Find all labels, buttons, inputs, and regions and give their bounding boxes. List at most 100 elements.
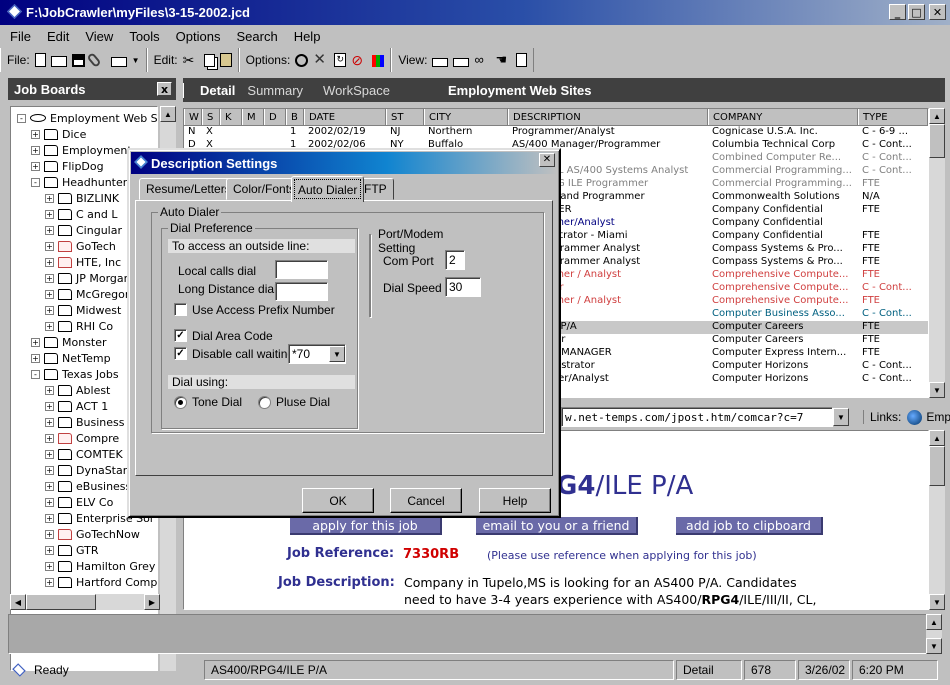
new-file-icon[interactable] <box>34 53 46 67</box>
column-header[interactable]: D <box>264 109 286 125</box>
column-header[interactable]: K <box>220 109 242 125</box>
menu-tools[interactable]: Tools <box>129 29 159 44</box>
clipboard-link[interactable]: add job to clipboard <box>676 517 823 535</box>
expand-icon[interactable]: + <box>31 337 40 347</box>
scroll-right-button[interactable]: ▶ <box>144 594 160 610</box>
expand-icon[interactable]: + <box>45 321 54 331</box>
tone-dial-radio[interactable] <box>174 396 187 409</box>
expand-icon[interactable]: + <box>45 385 54 395</box>
tree-item[interactable]: + Hamilton Grey <box>45 558 155 574</box>
tree-item[interactable]: + Dice <box>31 126 86 142</box>
menu-options[interactable]: Options <box>176 29 221 44</box>
column-header[interactable]: M <box>242 109 264 125</box>
scroll-up-button[interactable]: ▲ <box>929 430 945 446</box>
disable-call-waiting-checkbox[interactable]: ✓ <box>174 347 187 360</box>
tree-item[interactable]: + GoTechNow <box>45 526 140 542</box>
column-header[interactable]: B <box>286 109 304 125</box>
tree-item[interactable]: + JP Morgan <box>45 270 131 286</box>
tree-item[interactable]: - Headhunter <box>31 174 127 190</box>
scroll-up-button[interactable]: ▲ <box>160 106 176 122</box>
tree-item[interactable]: + DynaStar <box>45 462 127 478</box>
tree-item[interactable]: + C and L <box>45 206 118 222</box>
tree-item[interactable]: + FlipDog <box>31 158 104 174</box>
expand-icon[interactable]: + <box>31 353 40 363</box>
com-port-input[interactable]: 2 <box>445 250 465 270</box>
tab-auto-dialer[interactable]: Auto Dialer <box>291 176 365 202</box>
open-folder-icon[interactable] <box>50 56 67 67</box>
expand-icon[interactable]: + <box>45 305 54 315</box>
scroll-down-button[interactable]: ▼ <box>926 638 942 654</box>
expand-icon[interactable]: + <box>45 529 54 539</box>
table-row[interactable]: N X 1 2002/02/19 NJ Northern Programmer/Analys… <box>184 126 928 139</box>
scroll-down-button[interactable]: ▼ <box>929 594 945 610</box>
expand-icon[interactable]: + <box>45 209 54 219</box>
tree-item[interactable]: + McGregor <box>45 286 129 302</box>
tree-item[interactable]: + HTE, Inc <box>45 254 121 270</box>
chevron-down-icon[interactable]: ▼ <box>132 56 140 65</box>
tree-item[interactable]: + eBusiness <box>45 478 131 494</box>
paste-icon[interactable] <box>219 53 232 67</box>
minimize-button[interactable]: _ <box>889 4 906 20</box>
scroll-down-button[interactable]: ▼ <box>929 382 945 398</box>
menu-file[interactable]: File <box>10 29 31 44</box>
expand-icon[interactable]: + <box>45 289 54 299</box>
column-header[interactable]: DATE <box>304 109 386 125</box>
maximize-button[interactable]: □ <box>908 4 925 20</box>
local-calls-input[interactable] <box>275 260 328 279</box>
tree-item[interactable]: + NetTemp <box>31 350 111 366</box>
tree-horizontal-scrollbar[interactable]: ◀ ▶ <box>10 594 160 610</box>
expand-icon[interactable]: + <box>45 545 54 555</box>
dialog-close-button[interactable]: ✕ <box>539 153 555 167</box>
binoculars-icon[interactable]: ∞ <box>474 52 490 68</box>
tree-item[interactable]: - Employment Web Sites <box>17 110 157 126</box>
scroll-up-button[interactable]: ▲ <box>926 614 942 630</box>
tab-detail[interactable]: Detail <box>183 82 243 98</box>
column-header[interactable]: DESCRIPTION <box>508 109 708 125</box>
tree-item[interactable]: + Employment <box>31 142 132 158</box>
search-icon[interactable] <box>295 53 309 67</box>
expand-icon[interactable]: + <box>45 513 54 523</box>
menu-search[interactable]: Search <box>236 29 277 44</box>
expand-icon[interactable]: + <box>31 161 40 171</box>
expand-icon[interactable]: + <box>45 561 54 571</box>
help-button[interactable]: Help <box>479 488 551 513</box>
access-prefix-checkbox[interactable] <box>174 303 187 316</box>
tree-item[interactable]: + Compre <box>45 430 119 446</box>
tab-workspace[interactable]: WorkSpace <box>317 83 396 98</box>
column-header[interactable]: W <box>184 109 202 125</box>
expand-icon[interactable]: + <box>45 465 54 475</box>
expand-icon[interactable]: + <box>45 417 54 427</box>
palette-icon[interactable] <box>372 55 385 67</box>
tree-item[interactable]: + Business <box>45 414 125 430</box>
tree-item[interactable]: + Midwest <box>45 302 121 318</box>
column-header[interactable]: ST <box>386 109 424 125</box>
menu-edit[interactable]: Edit <box>47 29 69 44</box>
expand-icon[interactable]: + <box>45 273 54 283</box>
tab-summary[interactable]: Summary <box>243 83 317 98</box>
expand-icon[interactable]: + <box>31 129 40 139</box>
tree-item[interactable]: + Cingular <box>45 222 122 238</box>
scroll-up-button[interactable]: ▲ <box>929 108 945 124</box>
expand-icon[interactable]: + <box>31 145 40 155</box>
scroll-thumb[interactable] <box>929 124 945 158</box>
expand-icon[interactable]: + <box>45 449 54 459</box>
cut-icon[interactable]: ✂ <box>183 52 199 68</box>
tree-item[interactable]: - Texas Jobs <box>31 366 119 382</box>
expand-icon[interactable]: + <box>45 241 54 251</box>
column-header[interactable]: CITY <box>424 109 508 125</box>
chevron-down-icon[interactable]: ▼ <box>329 346 345 362</box>
expand-icon[interactable]: + <box>45 577 54 587</box>
pulse-dial-radio[interactable] <box>258 396 271 409</box>
pages-icon[interactable] <box>516 53 528 67</box>
apply-link[interactable]: apply for this job <box>290 517 442 535</box>
column-header[interactable]: S <box>202 109 220 125</box>
column-header[interactable]: COMPANY <box>708 109 858 125</box>
tools-icon[interactable]: ✕ <box>313 52 329 68</box>
expand-icon[interactable]: + <box>45 401 54 411</box>
url-dropdown-button[interactable]: ▼ <box>833 408 849 426</box>
tree-item[interactable]: + RHI Co <box>45 318 113 334</box>
tree-item[interactable]: + ELV Co <box>45 494 113 510</box>
expand-icon[interactable]: + <box>45 193 54 203</box>
ok-button[interactable]: OK <box>302 488 374 513</box>
collapse-icon[interactable]: - <box>31 177 40 187</box>
